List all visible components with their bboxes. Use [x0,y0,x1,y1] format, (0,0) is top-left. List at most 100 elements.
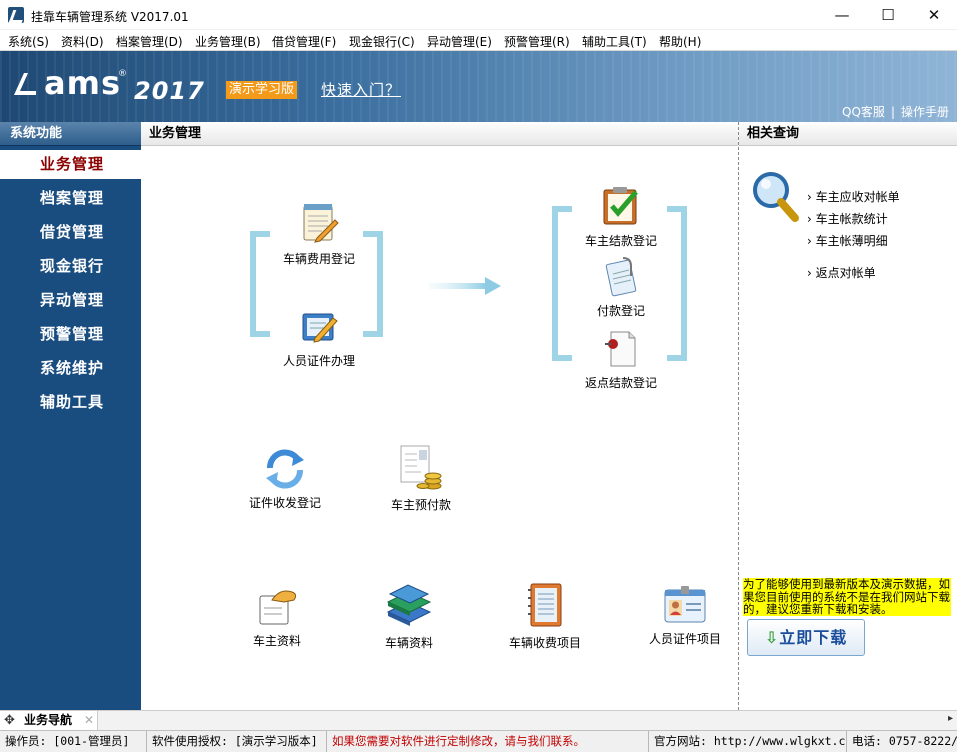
tile-label: 车主预付款 [390,498,451,512]
invoice-coins-icon [400,445,442,490]
sidebar-item-alert[interactable]: 预警管理 [0,320,141,349]
sidebar-item-business[interactable]: 业务管理 [0,150,141,179]
tile-label: 车辆收费项目 [508,636,581,650]
window-title: 挂靠车辆管理系统 V2017.01 [31,10,189,24]
status-website[interactable]: 官方网站: http://www.wlgkxt.com [649,731,847,752]
banner-links: QQ客服 | 操作手册 [842,103,949,120]
owner-settlement-button[interactable]: 车主结款登记 [581,184,661,249]
clipped-document-icon [605,257,637,297]
maximize-button[interactable]: ☐ [865,0,911,30]
tile-label: 付款登记 [596,304,645,318]
cert-transfer-button[interactable]: 证件收发登记 [241,446,329,511]
sidebar-item-tools[interactable]: 辅助工具 [0,388,141,417]
tile-label: 人员证件办理 [282,354,355,368]
rebate-settlement-button[interactable]: 返点结款登记 [581,328,661,391]
checklist-icon [603,187,638,225]
flow-arrow-icon [429,277,501,295]
ledger-book-icon [528,583,562,627]
qq-support-link[interactable]: QQ客服 [842,105,885,119]
books-stack-icon [386,584,432,626]
pinned-page-icon [605,331,636,367]
sidebar-header: 系统功能 [0,122,141,146]
tile-label: 证件收发登记 [248,496,321,510]
manual-link[interactable]: 操作手册 [901,105,949,119]
rebate-statement-link[interactable]: 返点对帐单 [807,264,876,281]
tile-label: 人员证件项目 [648,632,721,646]
vehicle-info-button[interactable]: 车辆资料 [369,582,449,651]
menu-system[interactable]: 系统(S) [8,33,49,50]
vehicle-fee-items-button[interactable]: 车辆收费项目 [505,582,585,651]
status-bar: 操作员: [001-管理员] 软件使用授权: [演示学习版本] 如果您需要对软件… [0,730,957,752]
menu-archive[interactable]: 档案管理(D) [116,33,183,50]
tab-close-icon[interactable]: ✕ [84,711,94,730]
hand-document-icon [259,590,297,625]
group-bracket-left [552,206,572,361]
tile-label: 返点结款登记 [584,376,657,390]
related-query-panel: 相关查询 车主应收对帐单 车主帐款统计 车主帐薄明细 返点对帐单 为了能够使用到… [738,122,957,710]
panel-title: 相关查询 [739,122,957,146]
group-bracket-right [667,206,687,361]
menu-business[interactable]: 业务管理(B) [195,33,261,50]
owner-account-stats-link[interactable]: 车主帐款统计 [807,210,888,227]
menu-data[interactable]: 资料(D) [61,33,104,50]
notepad-icon [303,204,339,243]
download-label: 立即下载 [779,628,848,647]
menu-help[interactable]: 帮助(H) [659,33,701,50]
sidebar-item-change[interactable]: 异动管理 [0,286,141,315]
id-card-icon [664,586,706,623]
title-bar: 挂靠车辆管理系统 V2017.01 — ☐ ✕ [0,0,957,30]
nav-tab-bar: ✥ 业务导航 ✕ ▸ [0,710,957,731]
link-separator: | [890,105,895,119]
download-arrow-icon: ⇩ [764,628,780,647]
tab-label: 业务导航 [24,713,73,727]
owner-info-button[interactable]: 车主资料 [237,584,317,649]
sidebar-item-system[interactable]: 系统维护 [0,354,141,383]
registered-mark: ® [118,69,127,79]
edit-document-icon [302,313,338,343]
app-logo-icon [8,7,24,23]
status-custom-notice: 如果您需要对软件进行定制修改，请与我们联系。 [327,731,649,752]
owner-ledger-detail-link[interactable]: 车主帐薄明细 [807,232,888,249]
quick-start-link[interactable]: 快速入门？ [321,79,401,100]
status-license: 软件使用授权: [演示学习版本] [147,731,327,752]
sidebar: 系统功能 业务管理 档案管理 借贷管理 现金银行 异动管理 预警管理 系统维护 … [0,122,141,710]
menu-tools[interactable]: 辅助工具(T) [582,33,647,50]
personnel-cert-items-button[interactable]: 人员证件项目 [645,584,725,647]
menu-change[interactable]: 异动管理(E) [427,33,492,50]
status-operator: 操作员: [001-管理员] [0,731,147,752]
download-button[interactable]: ⇩立即下载 [747,619,865,656]
personnel-cert-button[interactable]: 人员证件办理 [279,308,359,369]
group-bracket-left [250,231,270,337]
owner-prepay-button[interactable]: 车主预付款 [381,444,461,513]
sidebar-item-archive[interactable]: 档案管理 [0,184,141,213]
owner-statement-link[interactable]: 车主应收对帐单 [807,188,900,205]
tab-business-nav[interactable]: ✥ 业务导航 ✕ [0,711,98,731]
menu-bar: 系统(S) 资料(D) 档案管理(D) 业务管理(B) 借贷管理(F) 现金银行… [0,30,957,51]
vehicle-fee-register-button[interactable]: 车辆费用登记 [279,202,359,267]
group-bracket-right [363,231,383,337]
status-phone: 电话: 0757-8222/63 [852,734,957,748]
payment-register-button[interactable]: 付款登记 [581,256,661,319]
sidebar-item-cash[interactable]: 现金银行 [0,252,141,281]
panel-title: 业务管理 [141,122,738,146]
tile-label: 车主结款登记 [584,234,657,248]
menu-alert[interactable]: 预警管理(R) [504,33,570,50]
magnifier-icon [753,172,799,222]
sidebar-item-loan[interactable]: 借贷管理 [0,218,141,247]
tile-label: 车主资料 [252,634,301,648]
tab-scroll-icon[interactable]: ▸ [948,713,953,724]
menu-loan[interactable]: 借贷管理(F) [272,33,336,50]
tile-label: 车辆资料 [384,636,433,650]
brand-logo: ams [44,64,121,102]
minimize-button[interactable]: — [819,0,865,30]
brand-year: 2017 [134,77,205,105]
brand-mark-icon [14,73,36,95]
tile-label: 车辆费用登记 [282,252,355,266]
edition-badge: 演示学习版 [226,81,298,99]
menu-cash[interactable]: 现金银行(C) [349,33,415,50]
close-button[interactable]: ✕ [911,0,957,30]
business-panel: 业务管理 车辆费用登记 人员证件办理 车主结款登记 付款登记 返点结款登记 证件… [141,122,738,710]
refresh-icon [266,449,304,489]
update-notice: 为了能够使用到最新版本及演示数据，如果您目前使用的系统不是在我们网站下载的，建议… [743,577,951,616]
header-banner: ams ® 2017 演示学习版 快速入门？ QQ客服 | 操作手册 [0,51,957,122]
